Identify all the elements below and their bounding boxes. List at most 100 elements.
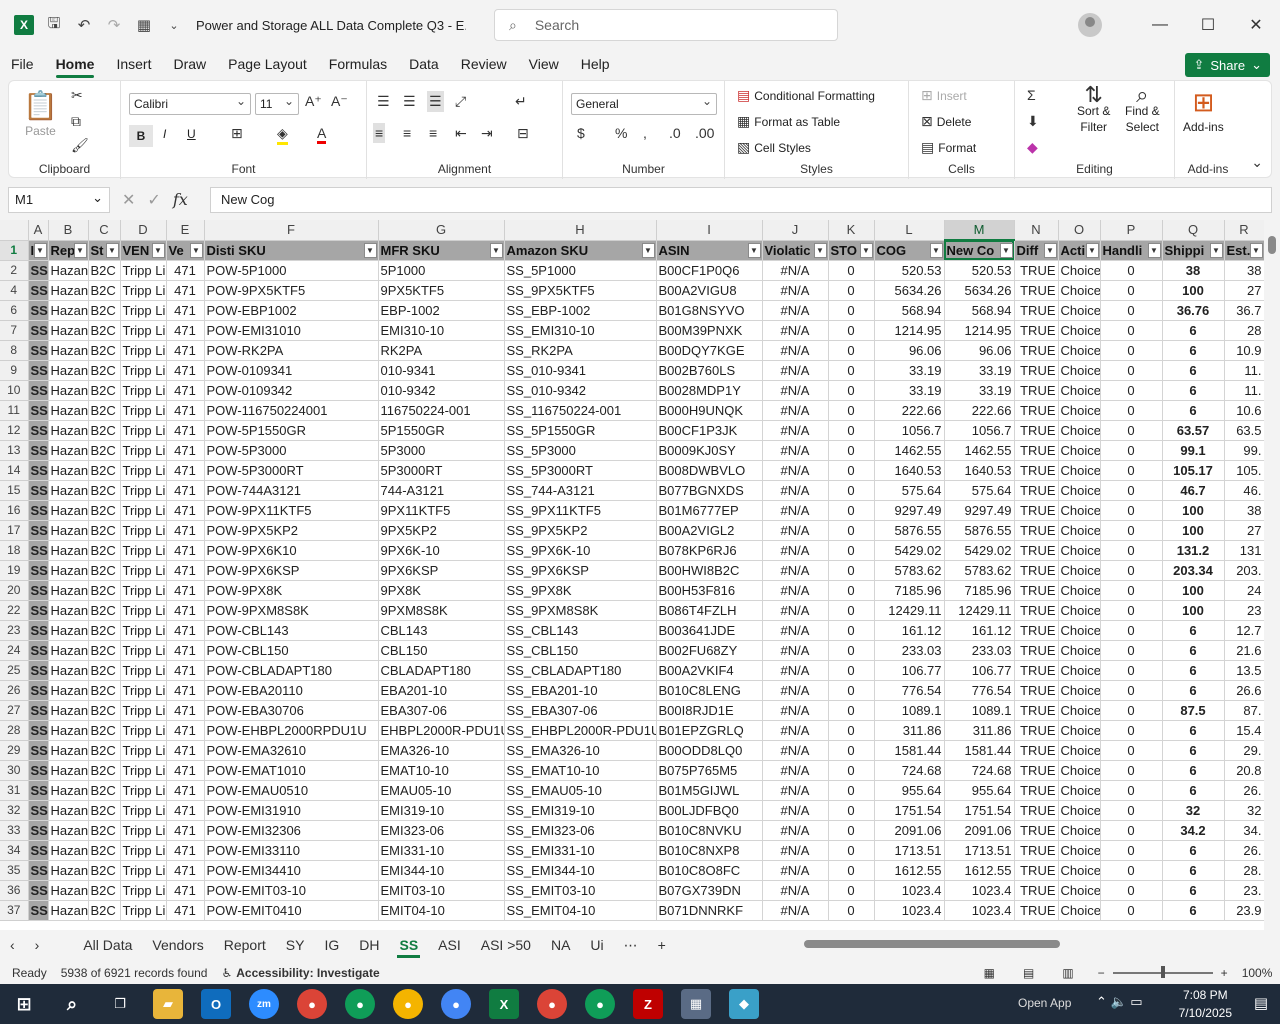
cell[interactable]: 1581.44 <box>944 740 1015 761</box>
cell[interactable]: 222.66 <box>944 400 1015 421</box>
column-header[interactable]: A <box>28 220 49 241</box>
enter-icon[interactable]: ✓ <box>147 190 160 210</box>
cell[interactable]: POW-CBL143 <box>204 620 379 641</box>
cell[interactable]: B003641JDE <box>656 620 763 641</box>
header-cell[interactable]: COG ▼ <box>874 240 945 261</box>
cell[interactable]: #N/A <box>762 640 829 661</box>
cell[interactable]: #N/A <box>762 420 829 441</box>
cell[interactable]: 0 <box>828 360 875 381</box>
cell[interactable]: SS_CBL143 <box>504 620 657 641</box>
outlook-icon[interactable]: O <box>201 989 231 1019</box>
cell[interactable]: TRUE <box>1014 320 1059 341</box>
cell[interactable]: 6 <box>1162 640 1225 661</box>
cell[interactable]: B01EPZGRLQ <box>656 720 763 741</box>
cell[interactable]: Choice <box>1058 260 1101 281</box>
decrease-font-button[interactable]: A⁻ <box>331 93 348 110</box>
cell[interactable]: 0 <box>828 340 875 361</box>
cell[interactable]: Tripp Li <box>120 320 167 341</box>
cell[interactable]: Hazan <box>48 500 89 521</box>
column-header[interactable]: J <box>762 220 829 241</box>
cell[interactable]: TRUE <box>1014 420 1059 441</box>
cell[interactable]: POW-744A3121 <box>204 480 379 501</box>
cell[interactable]: POW-116750224001 <box>204 400 379 421</box>
cell[interactable]: 471 <box>166 460 205 481</box>
cell[interactable]: #N/A <box>762 440 829 461</box>
cell[interactable]: 63.5 <box>1224 420 1264 441</box>
cell[interactable]: 471 <box>166 540 205 561</box>
accessibility-status[interactable]: Accessibility: Investigate <box>236 966 379 980</box>
cell[interactable]: 5P1550GR <box>378 420 505 441</box>
cell[interactable]: 1023.4 <box>874 880 945 901</box>
cell[interactable]: SS_5P1000 <box>504 260 657 281</box>
cell[interactable]: TRUE <box>1014 640 1059 661</box>
cell[interactable]: POW-EMI34410 <box>204 860 379 881</box>
chrome-icon[interactable]: ● <box>297 989 327 1019</box>
cell[interactable]: Choice <box>1058 740 1101 761</box>
cell[interactable]: TRUE <box>1014 360 1059 381</box>
delete-cells-button[interactable]: ⊠ Delete <box>921 113 971 130</box>
cell[interactable]: 1056.7 <box>944 420 1015 441</box>
cell[interactable]: POW-9PX6KSP <box>204 560 379 581</box>
cell[interactable]: TRUE <box>1014 600 1059 621</box>
column-header[interactable]: C <box>88 220 121 241</box>
cell[interactable]: CBL150 <box>378 640 505 661</box>
cell[interactable]: #N/A <box>762 860 829 881</box>
cell[interactable]: B2C <box>88 440 121 461</box>
cell[interactable]: TRUE <box>1014 560 1059 581</box>
cell[interactable]: B00A2VKIF4 <box>656 660 763 681</box>
cell[interactable]: B077BGNXDS <box>656 480 763 501</box>
cell[interactable]: 5P3000 <box>378 440 505 461</box>
menu-home[interactable]: Home <box>45 50 106 80</box>
cell[interactable]: 311.86 <box>874 720 945 741</box>
undo-icon[interactable]: ↶ <box>74 16 94 34</box>
cell[interactable]: B00H53F816 <box>656 580 763 601</box>
cell[interactable]: 0 <box>828 420 875 441</box>
cell[interactable]: 6 <box>1162 880 1225 901</box>
cell[interactable]: 26.6 <box>1224 680 1264 701</box>
cell[interactable]: Choice <box>1058 660 1101 681</box>
cell[interactable]: 0 <box>828 840 875 861</box>
column-header[interactable]: M <box>944 220 1015 241</box>
comma-button[interactable]: , <box>643 125 647 141</box>
cell[interactable]: Tripp Li <box>120 880 167 901</box>
cell[interactable]: B01M6777EP <box>656 500 763 521</box>
cell[interactable]: POW-EMI31910 <box>204 800 379 821</box>
cell[interactable]: Choice <box>1058 640 1101 661</box>
cell[interactable]: B002FU68ZY <box>656 640 763 661</box>
cell[interactable]: B2C <box>88 740 121 761</box>
cell[interactable]: 13.5 <box>1224 660 1264 681</box>
open-app-label[interactable]: Open App <box>1018 996 1071 1010</box>
cell[interactable]: Tripp Li <box>120 520 167 541</box>
cell[interactable]: SS_5P1550GR <box>504 420 657 441</box>
row-number[interactable]: 10 <box>0 380 29 401</box>
align-middle-button[interactable]: ☰ <box>403 93 416 110</box>
menu-file[interactable]: File <box>0 50 45 80</box>
excel-icon[interactable]: X <box>489 989 519 1019</box>
cell[interactable]: 5634.26 <box>874 280 945 301</box>
cell[interactable]: 33.19 <box>944 360 1015 381</box>
cell[interactable]: 0 <box>1100 860 1163 881</box>
cell[interactable]: Tripp Li <box>120 680 167 701</box>
cell[interactable]: 0 <box>828 320 875 341</box>
column-header[interactable]: G <box>378 220 505 241</box>
fill-button[interactable]: ⬇ <box>1027 113 1039 130</box>
cell[interactable]: SS_EMAT10-10 <box>504 760 657 781</box>
cell[interactable]: B00A2VIGL2 <box>656 520 763 541</box>
cell[interactable]: 23 <box>1224 600 1264 621</box>
cell[interactable]: POW-EHBPL2000RPDU1U <box>204 720 379 741</box>
cell[interactable]: Hazan <box>48 700 89 721</box>
cell[interactable]: #N/A <box>762 340 829 361</box>
row-number[interactable]: 14 <box>0 460 29 481</box>
cell[interactable]: SS <box>28 700 49 721</box>
cell[interactable]: 1581.44 <box>874 740 945 761</box>
cell[interactable]: 6 <box>1162 840 1225 861</box>
cell[interactable]: TRUE <box>1014 700 1059 721</box>
cell[interactable]: B2C <box>88 480 121 501</box>
cell[interactable]: 10.9 <box>1224 340 1264 361</box>
cell[interactable]: TRUE <box>1014 620 1059 641</box>
cell[interactable]: B2C <box>88 800 121 821</box>
cell[interactable]: #N/A <box>762 600 829 621</box>
cell[interactable]: TRUE <box>1014 740 1059 761</box>
bold-button[interactable]: B <box>129 125 153 147</box>
row-number[interactable]: 23 <box>0 620 29 641</box>
